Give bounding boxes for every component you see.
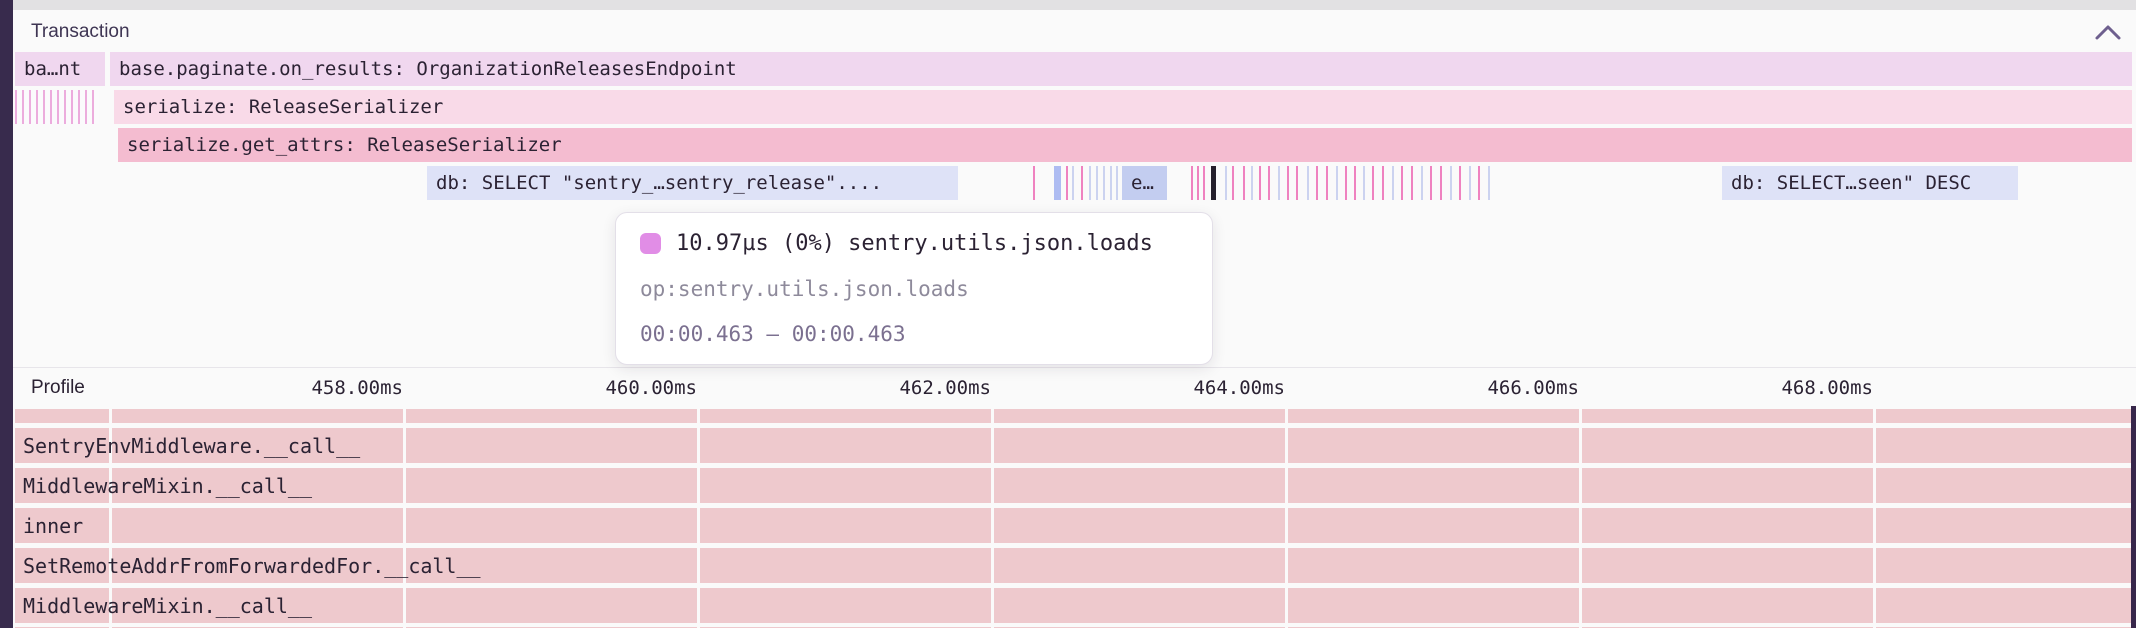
frame-label: SentryEnvMiddleware.__call__ [23,428,360,463]
axis-gridline [1285,548,1288,583]
tooltip-op: op:sentry.utils.json.loads [640,277,1188,301]
axis-gridline [403,468,406,503]
axis-gridline [697,508,700,543]
axis-gridline [1285,409,1288,423]
axis-gridline [1579,409,1582,423]
axis-gridline [1579,588,1582,623]
frame-label: MiddlewareMixin.__call__ [23,588,312,623]
span-color-swatch [640,233,661,254]
frame-label: inner [23,508,83,543]
time-axis-tick-label: 468.00ms [1742,377,1873,399]
axis-gridline [697,588,700,623]
time-axis-tick-label: 460.00ms [566,377,697,399]
axis-gridline [1285,508,1288,543]
tooltip-title-row: 10.97µs (0%) sentry.utils.json.loads [640,231,1188,256]
axis-gridline [1873,508,1876,543]
axis-gridline [1579,508,1582,543]
axis-gridline [991,508,994,543]
time-axis-tick-label: 464.00ms [1154,377,1285,399]
axis-gridline [1873,468,1876,503]
time-axis-tick-label: 466.00ms [1448,377,1579,399]
axis-gridline [991,548,994,583]
axis-gridline [991,409,994,423]
axis-gridline [697,409,700,423]
flamegraph-frame-row[interactable]: SentryEnvMiddleware.__call__ [15,428,2132,463]
flamegraph-frame-row[interactable]: SetRemoteAddrFromForwardedFor.__call__ [15,548,2132,583]
left-panel-edge [0,0,13,628]
time-axis-tick-label: 458.00ms [272,377,403,399]
axis-gridline [991,468,994,503]
axis-gridline [1873,588,1876,623]
axis-gridline [697,428,700,463]
axis-gridline [403,428,406,463]
axis-gridline [991,588,994,623]
profiling-transaction-view: Transaction ba…ntbase.paginate.on_result… [0,0,2136,628]
tooltip-title: 10.97µs (0%) sentry.utils.json.loads [676,231,1153,256]
axis-gridline [1579,548,1582,583]
flamegraph-frame-row[interactable] [15,409,2132,423]
axis-gridline [403,588,406,623]
time-axis-tick-label: 462.00ms [860,377,991,399]
axis-gridline [1285,468,1288,503]
axis-gridline [403,409,406,423]
axis-gridline [109,409,112,423]
axis-gridline [403,508,406,543]
right-panel-edge [2131,406,2136,628]
frame-label: SetRemoteAddrFromForwardedFor.__call__ [23,548,481,583]
axis-gridline [109,508,112,543]
axis-gridline [1873,548,1876,583]
tooltip-time-range: 00:00.463 — 00:00.463 [640,322,1188,346]
axis-gridline [1285,428,1288,463]
flamegraph-frame-row[interactable]: MiddlewareMixin.__call__ [15,588,2132,623]
axis-gridline [697,468,700,503]
axis-gridline [1873,428,1876,463]
axis-gridline [1873,409,1876,423]
flamegraph-frame-row[interactable]: MiddlewareMixin.__call__ [15,468,2132,503]
axis-gridline [697,548,700,583]
span-tooltip: 10.97µs (0%) sentry.utils.json.loads op:… [615,212,1213,365]
axis-gridline [1285,588,1288,623]
frame-label: MiddlewareMixin.__call__ [23,468,312,503]
axis-gridline [991,428,994,463]
axis-gridline [1579,468,1582,503]
axis-gridline [1579,428,1582,463]
flamegraph-frame-row[interactable]: inner [15,508,2132,543]
